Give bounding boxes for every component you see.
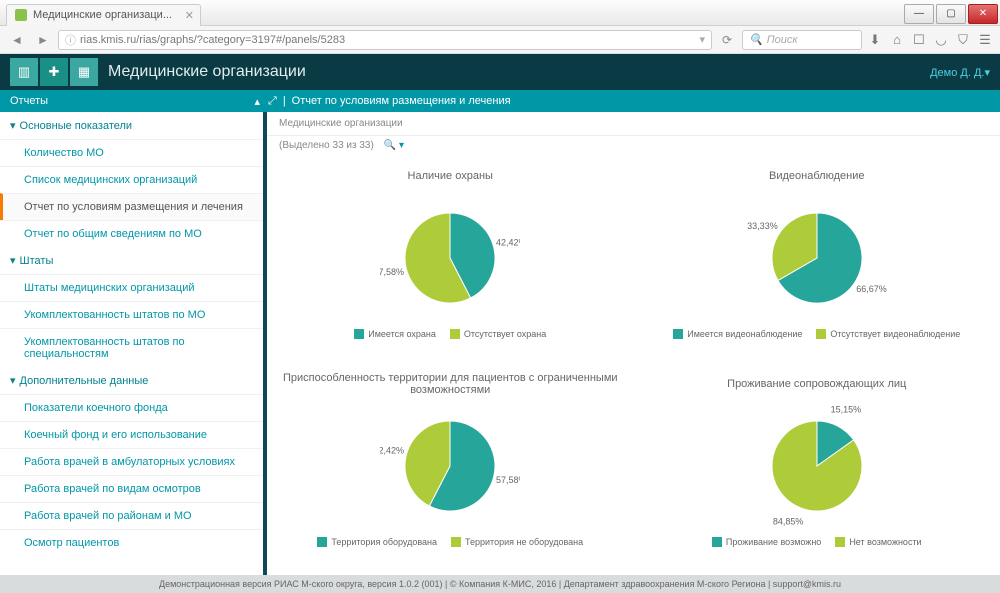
favicon-icon (15, 9, 27, 21)
back-button[interactable]: ◄ (6, 30, 28, 50)
search-icon: 🔍 (749, 33, 763, 46)
svg-text:57,58%: 57,58% (380, 267, 404, 277)
app-header: ▥ ✚ ▦ Медицинские организации Демо Д. Д.… (0, 54, 1000, 90)
chevron-down-icon: ▾ (10, 119, 16, 132)
section-label[interactable]: Отчеты (10, 95, 48, 107)
sidebar-item[interactable]: Отчет по общим сведениям по МО (0, 220, 263, 247)
forward-button[interactable]: ► (32, 30, 54, 50)
app-icon-grid[interactable]: ▦ (70, 58, 98, 86)
content-area: ▾ Основные показателиКоличество МОСписок… (0, 112, 1000, 575)
app-title: Медицинские организации (108, 63, 306, 81)
sidebar-item[interactable]: Работа врачей в амбулаторных условиях (0, 448, 263, 475)
tab-title: Медицинские организаци... (33, 9, 172, 21)
reload-button[interactable]: ⟳ (716, 30, 738, 50)
sidebar-item[interactable]: Количество МО (0, 139, 263, 166)
chart-title: Наличие охраны (408, 163, 493, 189)
url-input[interactable]: ⓘ rias.kmis.ru/rias/graphs/?category=319… (58, 30, 712, 50)
sidebar-item[interactable]: Штаты медицинских организаций (0, 274, 263, 301)
expand-icon[interactable]: ⤢ (268, 95, 277, 108)
sidebar-item[interactable]: Список медицинских организаций (0, 166, 263, 193)
search-input[interactable]: 🔍 Поиск (742, 30, 862, 50)
chart-cell: Приспособленность территории для пациент… (267, 367, 634, 575)
sidebar-item[interactable]: Осмотр пациентов (0, 529, 263, 556)
chart-legend: Имеется охранаОтсутствует охрана (354, 329, 546, 339)
sidebar-item[interactable]: Работа врачей по видам осмотров (0, 475, 263, 502)
app-icon-chart[interactable]: ▥ (10, 58, 38, 86)
pie-chart: 42,42% 57,58% (380, 193, 520, 323)
bookmark-icon[interactable]: ☐ (910, 31, 928, 49)
chevron-down-icon: ▾ (10, 254, 16, 267)
chart-legend: Имеется видеонаблюдениеОтсутствует видео… (673, 329, 960, 339)
svg-text:42,42%: 42,42% (380, 446, 404, 456)
svg-text:57,58%: 57,58% (496, 475, 520, 485)
window-controls: — ▢ ✕ (904, 2, 1000, 24)
pie-chart: 57,58% 42,42% (380, 401, 520, 531)
sidebar-item[interactable]: Работа врачей по районам и МО (0, 502, 263, 529)
pie-chart: 66,67% 33,33% (747, 193, 887, 323)
svg-text:66,67%: 66,67% (856, 284, 887, 294)
browser-tab[interactable]: Медицинские организаци... ✕ (6, 4, 201, 26)
svg-text:15,15%: 15,15% (830, 404, 861, 414)
sidebar-group[interactable]: ▾ Основные показатели (0, 112, 263, 139)
footer: Демонстрационная версия РИАС М-ского окр… (0, 575, 1000, 593)
sidebar-group[interactable]: ▾ Дополнительные данные (0, 367, 263, 394)
tab-close-icon[interactable]: ✕ (185, 9, 194, 22)
sidebar-item[interactable]: Показатели коечного фонда (0, 394, 263, 421)
pie-chart: 15,15% 84,85% (747, 401, 887, 531)
sidebar-item[interactable]: Отчет по условиям размещения и лечения (0, 193, 263, 220)
maximize-button[interactable]: ▢ (936, 4, 966, 24)
download-icon[interactable]: ⬇ (866, 31, 884, 49)
search-small-icon[interactable]: 🔍 ▾ (384, 140, 404, 151)
browser-titlebar: Медицинские организаци... ✕ — ▢ ✕ (0, 0, 1000, 26)
chart-cell: Проживание сопровождающих лиц 15,15% 84,8… (634, 367, 1000, 575)
home-icon[interactable]: ⌂ (888, 31, 906, 49)
globe-icon: ⓘ (65, 32, 76, 48)
svg-text:84,85%: 84,85% (773, 516, 804, 526)
chart-title: Видеонаблюдение (769, 163, 864, 189)
sidebar-item[interactable]: Коечный фонд и его использование (0, 421, 263, 448)
breadcrumb: Медицинские организации (267, 112, 1000, 136)
menu-icon[interactable]: ☰ (976, 31, 994, 49)
pocket-icon[interactable]: ◡ (932, 31, 950, 49)
app-icon-case[interactable]: ✚ (40, 58, 68, 86)
sidebar-group[interactable]: ▾ Штаты (0, 247, 263, 274)
sidebar-item[interactable]: Укомплектованность штатов по МО (0, 301, 263, 328)
selection-bar: (Выделено 33 из 33) 🔍 ▾ (267, 136, 1000, 159)
svg-text:33,33%: 33,33% (747, 221, 778, 231)
address-bar: ◄ ► ⓘ rias.kmis.ru/rias/graphs/?category… (0, 26, 1000, 54)
chart-title: Проживание сопровождающих лиц (727, 371, 906, 397)
chart-cell: Наличие охраны 42,42% 57,58% Имеется охра… (267, 159, 634, 367)
app-container: ▥ ✚ ▦ Медицинские организации Демо Д. Д.… (0, 54, 1000, 593)
main-panel: Медицинские организации (Выделено 33 из … (267, 112, 1000, 575)
chart-legend: Проживание возможноНет возможности (712, 537, 922, 547)
close-button[interactable]: ✕ (968, 4, 998, 24)
charts-grid: Наличие охраны 42,42% 57,58% Имеется охра… (267, 159, 1000, 575)
shield-icon[interactable]: ⛉ (954, 31, 972, 49)
selection-text: (Выделено 33 из 33) (279, 140, 374, 151)
dropdown-icon[interactable]: ▾ (699, 33, 705, 46)
minimize-button[interactable]: — (904, 4, 934, 24)
sidebar-item[interactable]: Укомплектованность штатов по специальнос… (0, 328, 263, 367)
chart-cell: Видеонаблюдение 66,67% 33,33% Имеется вид… (634, 159, 1000, 367)
svg-text:42,42%: 42,42% (496, 238, 520, 248)
chevron-down-icon: ▾ (10, 374, 16, 387)
user-menu[interactable]: Демо Д. Д.▾ (930, 66, 990, 79)
section-bar: Отчеты ▴ ⤢ | Отчет по условиям размещени… (0, 90, 1000, 112)
chart-legend: Территория оборудованаТерритория не обор… (317, 537, 583, 547)
sidebar: ▾ Основные показателиКоличество МОСписок… (0, 112, 263, 575)
page-crumb: Отчет по условиям размещения и лечения (292, 95, 511, 107)
chart-title: Приспособленность территории для пациент… (275, 371, 626, 397)
